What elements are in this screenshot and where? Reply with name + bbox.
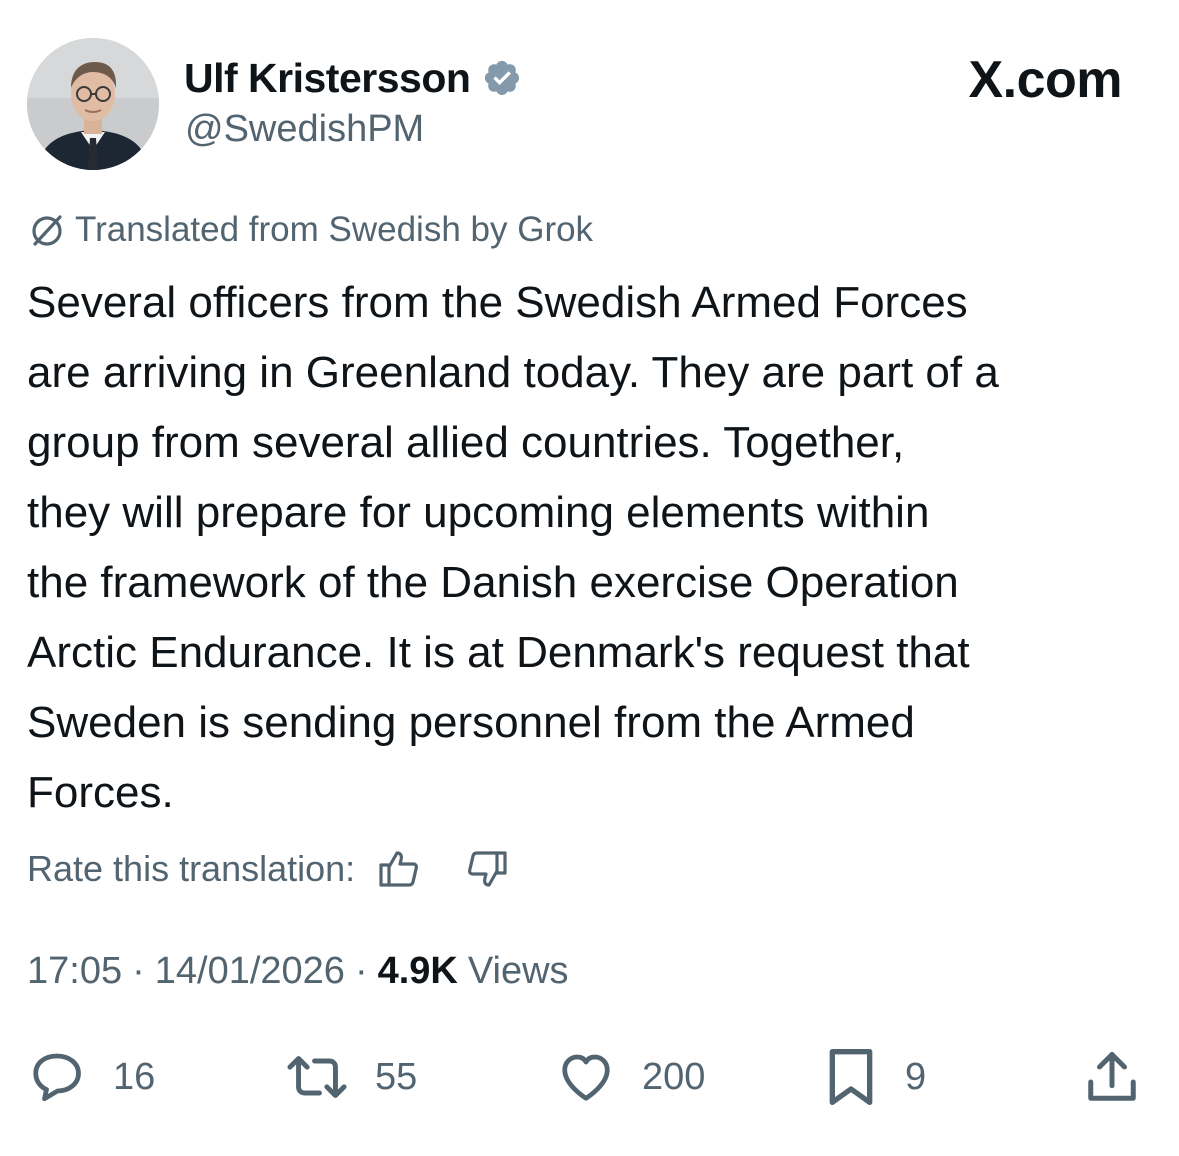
avatar[interactable] — [27, 38, 159, 170]
post-meta: 17:05 · 14/01/2026 · 4.9K Views — [27, 950, 569, 993]
post-time[interactable]: 17:05 — [27, 950, 122, 993]
translation-note: Translated from Swedish by Grok — [27, 210, 593, 250]
post-body: Several officers from the Swedish Armed … — [27, 278, 999, 817]
like-button[interactable]: 200 — [556, 1045, 705, 1109]
thumbs-down-icon[interactable] — [463, 845, 511, 893]
avatar-image — [27, 38, 159, 170]
author-name-row: Ulf Kristersson — [184, 52, 522, 104]
like-count: 200 — [642, 1055, 706, 1098]
author-handle[interactable]: @SwedishPM — [185, 108, 424, 151]
bookmark-icon — [823, 1045, 879, 1109]
grok-icon — [27, 210, 67, 250]
translation-note-text[interactable]: Translated from Swedish by Grok — [75, 210, 593, 250]
thumbs-up-icon[interactable] — [375, 845, 423, 893]
share-button[interactable] — [1082, 1045, 1142, 1109]
meta-separator: · — [354, 950, 368, 992]
rate-translation: Rate this translation: — [27, 845, 511, 893]
repost-count: 55 — [375, 1055, 418, 1098]
repost-icon — [285, 1047, 349, 1107]
action-bar: 16 55 200 9 — [27, 1045, 1152, 1109]
brand-logo: X.com — [968, 51, 1122, 109]
share-icon — [1082, 1047, 1142, 1107]
reply-button[interactable]: 16 — [27, 1045, 155, 1109]
post-date[interactable]: 14/01/2026 — [155, 950, 345, 993]
views-label: Views — [467, 950, 569, 992]
repost-button[interactable]: 55 — [285, 1045, 417, 1109]
views-count: 4.9K — [377, 950, 458, 992]
verified-badge-icon — [482, 58, 522, 98]
meta-separator: · — [132, 950, 145, 992]
reply-count: 16 — [113, 1055, 156, 1098]
reply-icon — [27, 1047, 87, 1107]
bookmark-count: 9 — [905, 1055, 927, 1098]
author-name[interactable]: Ulf Kristersson — [184, 55, 471, 102]
rate-translation-label: Rate this translation: — [27, 848, 356, 889]
bookmark-button[interactable]: 9 — [823, 1045, 926, 1109]
heart-icon — [556, 1047, 616, 1107]
